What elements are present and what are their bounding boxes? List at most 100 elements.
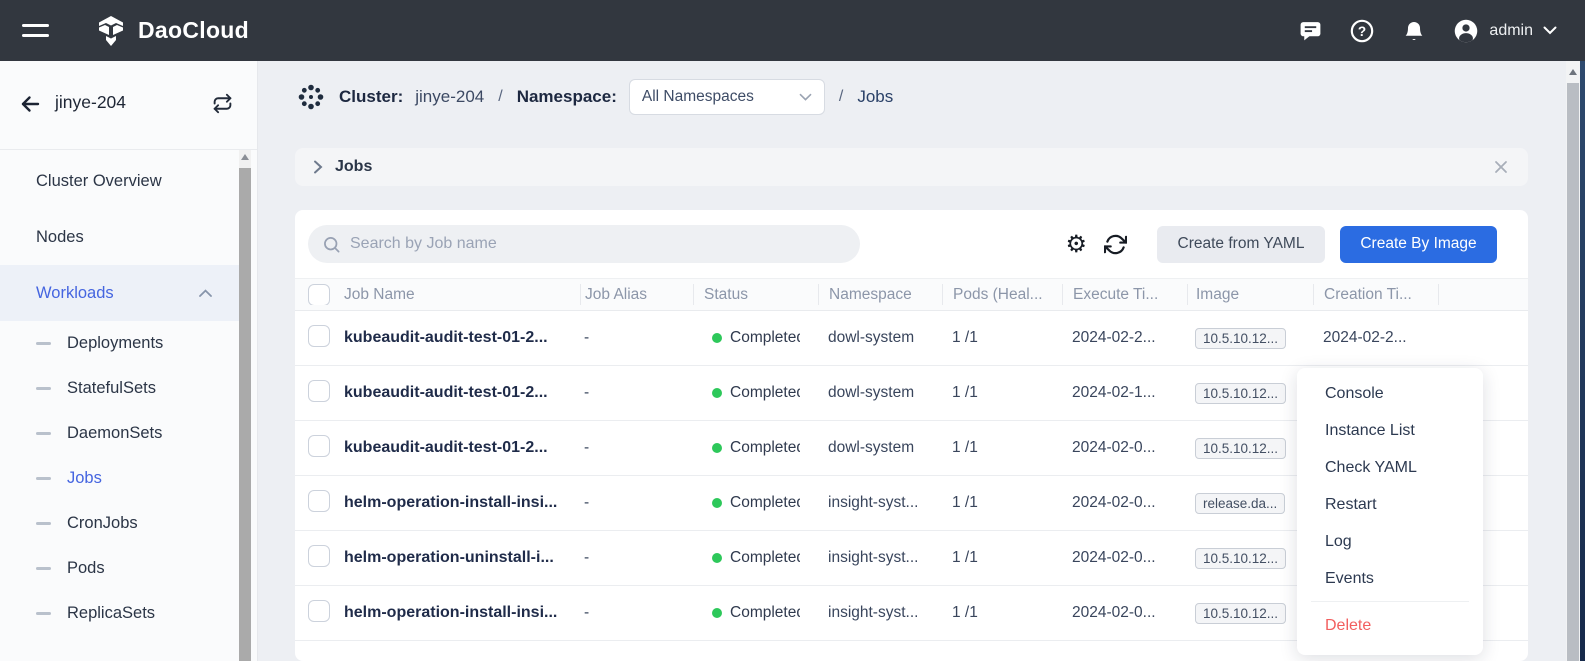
job-name-link[interactable]: kubeaudit-audit-test-01-2...: [344, 439, 548, 456]
menu-item-delete[interactable]: Delete: [1297, 606, 1483, 646]
sidebar-item-jobs[interactable]: Jobs: [0, 456, 240, 501]
job-alias-cell: -: [580, 384, 693, 402]
main-scrollbar[interactable]: [1566, 61, 1580, 661]
sidebar-item-cluster-overview[interactable]: Cluster Overview: [0, 153, 240, 209]
sidebar-item-pods[interactable]: Pods: [0, 546, 240, 591]
dash-icon: [36, 342, 51, 345]
namespace-cell: insight-syst...: [818, 549, 942, 567]
namespace-select-value: All Namespaces: [642, 88, 754, 106]
job-name-link[interactable]: helm-operation-uninstall-i...: [344, 549, 554, 566]
close-icon[interactable]: [1494, 160, 1508, 174]
sidebar-scrollbar[interactable]: [239, 150, 251, 661]
namespace-label: Namespace:: [517, 87, 617, 107]
window-edge: [1580, 61, 1585, 661]
brand-name: DaoCloud: [138, 17, 249, 44]
menu-item-check-yaml[interactable]: Check YAML: [1297, 449, 1483, 486]
user-chevron-down-icon: [1543, 26, 1557, 35]
pods-cell: 1 /1: [942, 384, 1062, 402]
menu-divider: [1311, 601, 1469, 602]
sidebar-item-label: Cluster Overview: [36, 172, 162, 191]
execute-time-cell: 2024-02-1...: [1062, 384, 1187, 402]
notifications-bell-icon[interactable]: [1401, 18, 1427, 44]
main-scroll-up-icon[interactable]: [1569, 69, 1577, 75]
row-context-menu: ConsoleInstance ListCheck YAMLRestartLog…: [1297, 368, 1483, 655]
sidebar-item-daemonsets[interactable]: DaemonSets: [0, 411, 240, 456]
sidebar-scroll-up-icon[interactable]: [241, 154, 249, 160]
status-dot-icon: [712, 333, 722, 343]
sidebar-item-nodes[interactable]: Nodes: [0, 209, 240, 265]
status-cell: Completed: [693, 604, 818, 622]
sidebar-item-label: DaemonSets: [67, 424, 162, 443]
jobs-collapse-bar[interactable]: Jobs: [295, 148, 1528, 186]
column-header-actions: [1438, 284, 1528, 305]
job-name-link[interactable]: helm-operation-install-insi...: [344, 604, 557, 621]
chat-icon[interactable]: [1297, 18, 1323, 44]
execute-time-cell: 2024-02-0...: [1062, 439, 1187, 457]
status-dot-icon: [712, 608, 722, 618]
row-checkbox[interactable]: [308, 490, 330, 512]
status-cell: Completed: [693, 494, 818, 512]
job-name-link[interactable]: kubeaudit-audit-test-01-2...: [344, 384, 548, 401]
sidebar-header: jinye-204: [0, 61, 257, 150]
breadcrumb-page: Jobs: [857, 87, 893, 107]
job-name-link[interactable]: kubeaudit-audit-test-01-2...: [344, 329, 548, 346]
row-checkbox[interactable]: [308, 435, 330, 457]
sidebar-item-statefulsets[interactable]: StatefulSets: [0, 366, 240, 411]
status-text: Completed: [730, 439, 800, 457]
cluster-value: jinye-204: [415, 87, 484, 107]
status-dot-icon: [712, 498, 722, 508]
sidebar-item-cronjobs[interactable]: CronJobs: [0, 501, 240, 546]
menu-item-instance-list[interactable]: Instance List: [1297, 412, 1483, 449]
sidebar-scrollbar-thumb[interactable]: [239, 168, 251, 661]
namespace-chevron-down-icon: [799, 93, 812, 101]
switch-cluster-icon[interactable]: [212, 93, 233, 114]
status-text: Completed: [730, 384, 800, 402]
dash-icon: [36, 522, 51, 525]
refresh-icon[interactable]: [1104, 233, 1127, 256]
job-alias-cell: -: [580, 329, 693, 347]
row-checkbox[interactable]: [308, 380, 330, 402]
namespace-select[interactable]: All Namespaces: [629, 79, 825, 115]
create-by-image-button[interactable]: Create By Image: [1340, 226, 1497, 263]
namespace-cell: dowl-system: [818, 439, 942, 457]
image-badge: 10.5.10.12...: [1195, 438, 1286, 459]
status-cell: Completed: [693, 384, 818, 402]
sidebar-item-label: Pods: [67, 559, 105, 578]
pods-cell: 1 /1: [942, 439, 1062, 457]
daocloud-logo-icon: [94, 15, 128, 47]
breadcrumb-separator-2: /: [839, 88, 843, 106]
image-badge: release.da...: [1195, 493, 1285, 514]
menu-item-events[interactable]: Events: [1297, 560, 1483, 597]
search-box[interactable]: [308, 225, 860, 263]
row-checkbox[interactable]: [308, 600, 330, 622]
dash-icon: [36, 567, 51, 570]
execute-time-cell: 2024-02-2...: [1062, 329, 1187, 347]
menu-toggle-icon[interactable]: [22, 24, 72, 37]
row-checkbox[interactable]: [308, 545, 330, 567]
settings-gear-icon[interactable]: ⚙: [1065, 232, 1087, 256]
back-arrow-icon[interactable]: [18, 92, 42, 116]
namespace-cell: dowl-system: [818, 329, 942, 347]
breadcrumb: Cluster: jinye-204 / Namespace: All Name…: [295, 77, 893, 117]
sidebar-item-deployments[interactable]: Deployments: [0, 321, 240, 366]
menu-item-log[interactable]: Log: [1297, 523, 1483, 560]
main-scrollbar-thumb[interactable]: [1567, 83, 1579, 661]
search-input[interactable]: [350, 235, 820, 253]
image-badge: 10.5.10.12...: [1195, 603, 1286, 624]
menu-item-console[interactable]: Console: [1297, 375, 1483, 412]
status-text: Completed: [730, 494, 800, 512]
job-name-link[interactable]: helm-operation-install-insi...: [344, 494, 557, 511]
daocloud-logo[interactable]: DaoCloud: [94, 15, 249, 47]
dash-icon: [36, 612, 51, 615]
sidebar-item-replicasets[interactable]: ReplicaSets: [0, 591, 240, 636]
sidebar-item-label: CronJobs: [67, 514, 138, 533]
help-icon[interactable]: ?: [1349, 18, 1375, 44]
sidebar-item-workloads[interactable]: Workloads: [0, 265, 240, 321]
sidebar-item-label: Jobs: [67, 469, 102, 488]
select-all-checkbox[interactable]: [308, 284, 330, 305]
user-menu[interactable]: admin: [1453, 18, 1557, 44]
create-from-yaml-button[interactable]: Create from YAML: [1157, 226, 1325, 263]
menu-item-restart[interactable]: Restart: [1297, 486, 1483, 523]
row-checkbox[interactable]: [308, 325, 330, 347]
status-dot-icon: [712, 443, 722, 453]
